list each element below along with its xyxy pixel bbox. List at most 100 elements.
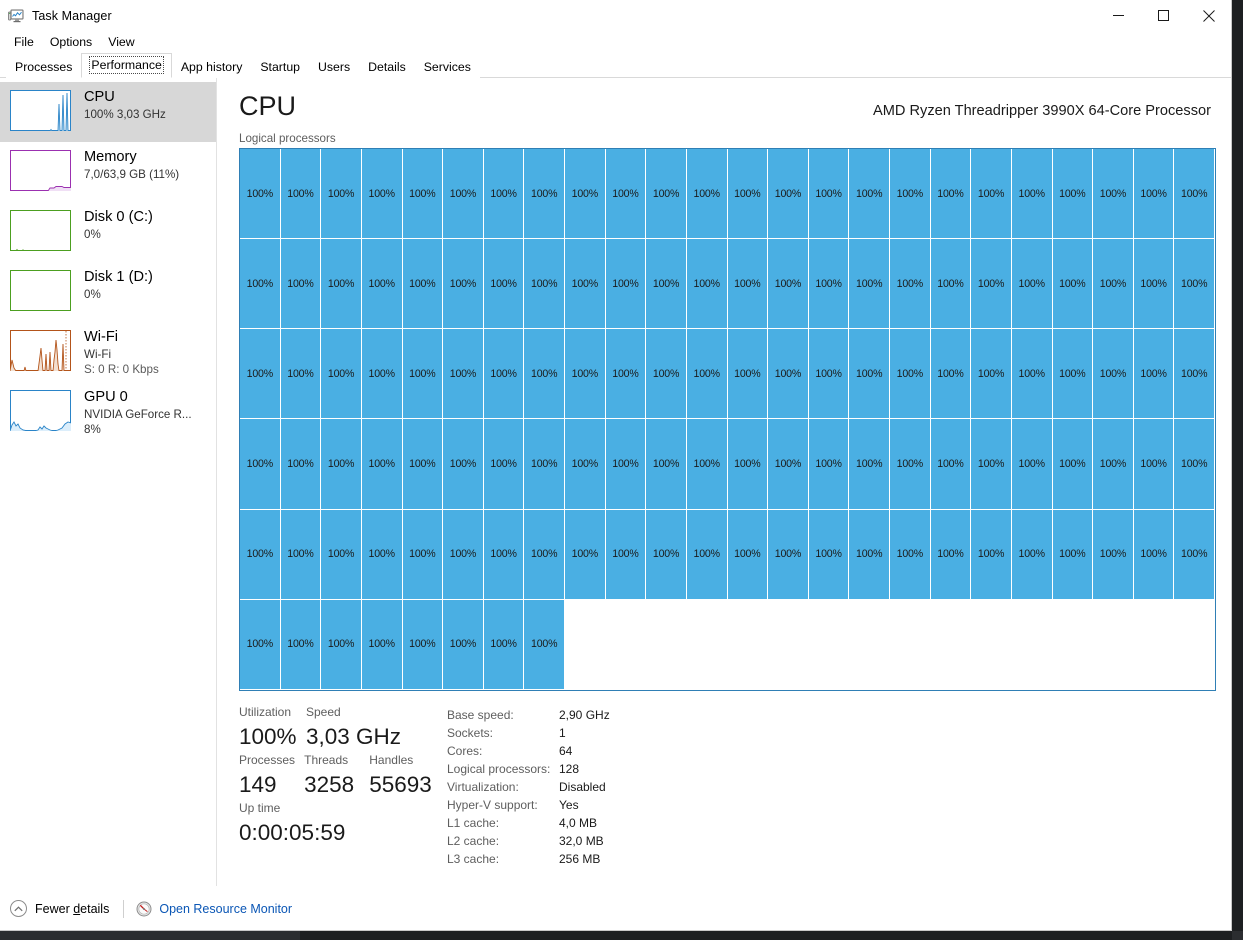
logical-processor-value: 100% [490, 638, 516, 650]
tab-processes[interactable]: Processes [6, 56, 81, 78]
sidebar-item-wifi[interactable]: Wi-Fi Wi-Fi S: 0 R: 0 Kbps [0, 322, 216, 382]
fewer-details-button[interactable]: Fewer details [10, 900, 109, 917]
sidebar-item-cpu-sub: 100% 3,03 GHz [84, 107, 166, 122]
logical-processor-cell-empty [687, 600, 728, 690]
stat-utilization-value: 100% [239, 721, 306, 752]
sidebar-item-wifi-title: Wi-Fi [84, 328, 159, 347]
logical-processor-cell: 100% [281, 149, 322, 239]
logical-processor-value: 100% [1181, 278, 1207, 290]
logical-processor-cell: 100% [646, 149, 687, 239]
logical-processor-value: 100% [531, 278, 557, 290]
logical-processor-value: 100% [287, 278, 313, 290]
logical-processor-cell: 100% [849, 329, 890, 419]
logical-processor-value: 100% [1140, 458, 1166, 470]
close-button[interactable] [1186, 0, 1231, 31]
info-row-l1-cache: L1 cache: 4,0 MB [447, 814, 1211, 832]
sidebar-item-disk-0[interactable]: Disk 0 (C:) 0% [0, 202, 216, 262]
info-key-l2-cache: L2 cache: [447, 832, 559, 850]
gpu0-thumbnail-graph [10, 390, 71, 431]
sidebar-item-disk-0-sub: 0% [84, 227, 153, 242]
sidebar-item-gpu-0[interactable]: GPU 0 NVIDIA GeForce R... 8% [0, 382, 216, 442]
logical-processor-cell: 100% [687, 239, 728, 329]
sidebar-item-cpu[interactable]: CPU 100% 3,03 GHz [0, 82, 216, 142]
info-key-l1-cache: L1 cache: [447, 814, 559, 832]
logical-processor-cell: 100% [321, 239, 362, 329]
sidebar-item-disk-1-title: Disk 1 (D:) [84, 268, 153, 287]
maximize-button[interactable] [1141, 0, 1186, 31]
logical-processor-cell: 100% [443, 239, 484, 329]
logical-processor-value: 100% [1019, 458, 1045, 470]
logical-processor-cell-empty [1134, 600, 1175, 690]
logical-processor-value: 100% [490, 188, 516, 200]
logical-processor-value: 100% [328, 368, 354, 380]
logical-processor-cell: 100% [1053, 510, 1094, 600]
taskbar-sliver [0, 931, 1243, 940]
tab-users-label: Users [318, 60, 350, 74]
menu-view[interactable]: View [100, 33, 142, 52]
info-row-hyperv-support: Hyper-V support: Yes [447, 796, 1211, 814]
tab-services[interactable]: Services [415, 56, 480, 78]
logical-processor-value: 100% [247, 368, 273, 380]
logical-processor-cell: 100% [809, 239, 850, 329]
logical-processor-value: 100% [1181, 458, 1207, 470]
logical-processor-value: 100% [247, 188, 273, 200]
logical-processor-cell: 100% [1012, 419, 1053, 509]
open-resource-monitor-link[interactable]: Open Resource Monitor [136, 901, 292, 917]
logical-processor-cell: 100% [1174, 149, 1215, 239]
logical-processors-grid[interactable]: 100%100%100%100%100%100%100%100%100%100%… [239, 148, 1216, 691]
logical-processor-cell: 100% [443, 510, 484, 600]
logical-processor-cell: 100% [281, 510, 322, 600]
menu-file[interactable]: File [6, 33, 42, 52]
logical-processor-cell: 100% [524, 600, 565, 690]
logical-processor-cell: 100% [890, 510, 931, 600]
logical-processor-value: 100% [369, 368, 395, 380]
logical-processor-value: 100% [409, 548, 435, 560]
logical-processor-cell: 100% [281, 239, 322, 329]
sidebar-item-disk-1[interactable]: Disk 1 (D:) 0% [0, 262, 216, 322]
resource-sidebar: CPU 100% 3,03 GHz Memory 7,0/ [0, 78, 217, 886]
minimize-button[interactable] [1096, 0, 1141, 31]
menu-options[interactable]: Options [42, 33, 100, 52]
logical-processor-cell-empty [1093, 600, 1134, 690]
logical-processor-value: 100% [1181, 368, 1207, 380]
logical-processor-value: 100% [328, 548, 354, 560]
logical-processor-cell: 100% [809, 510, 850, 600]
logical-processor-cell-empty [728, 600, 769, 690]
logical-processor-value: 100% [775, 278, 801, 290]
fewer-details-label: Fewer details [35, 902, 109, 916]
logical-processor-value: 100% [287, 458, 313, 470]
logical-processor-value: 100% [856, 188, 882, 200]
logical-processor-value: 100% [409, 638, 435, 650]
logical-processor-value: 100% [653, 368, 679, 380]
logical-processor-cell: 100% [565, 419, 606, 509]
tab-users[interactable]: Users [309, 56, 359, 78]
sidebar-item-memory[interactable]: Memory 7,0/63,9 GB (11%) [0, 142, 216, 202]
info-key-l3-cache: L3 cache: [447, 850, 559, 868]
page-title: CPU [239, 90, 296, 122]
logical-processor-value: 100% [775, 458, 801, 470]
logical-processor-cell-empty [1053, 600, 1094, 690]
logical-processor-cell: 100% [606, 329, 647, 419]
sidebar-item-memory-text: Memory 7,0/63,9 GB (11%) [84, 148, 179, 182]
logical-processor-cell: 100% [281, 419, 322, 509]
tab-app-history[interactable]: App history [172, 56, 252, 78]
fewer-details-pre: Fewer [35, 902, 73, 916]
tab-performance[interactable]: Performance [81, 53, 171, 78]
logical-processor-value: 100% [612, 278, 638, 290]
logical-processor-cell: 100% [931, 419, 972, 509]
tab-details[interactable]: Details [359, 56, 415, 78]
content-area: CPU 100% 3,03 GHz Memory 7,0/ [0, 78, 1231, 886]
info-row-logical-processors: Logical processors: 128 [447, 760, 1211, 778]
window-title: Task Manager [32, 9, 112, 23]
logical-processor-cell: 100% [1134, 149, 1175, 239]
logical-processor-cell: 100% [768, 510, 809, 600]
logical-processor-value: 100% [247, 458, 273, 470]
logical-processor-cell: 100% [849, 419, 890, 509]
info-value-l1-cache: 4,0 MB [559, 814, 597, 832]
tab-startup[interactable]: Startup [251, 56, 309, 78]
logical-processor-cell: 100% [443, 329, 484, 419]
logical-processor-cell: 100% [362, 600, 403, 690]
info-key-hyperv-support: Hyper-V support: [447, 796, 559, 814]
logical-processor-value: 100% [1019, 278, 1045, 290]
logical-processor-cell: 100% [524, 419, 565, 509]
